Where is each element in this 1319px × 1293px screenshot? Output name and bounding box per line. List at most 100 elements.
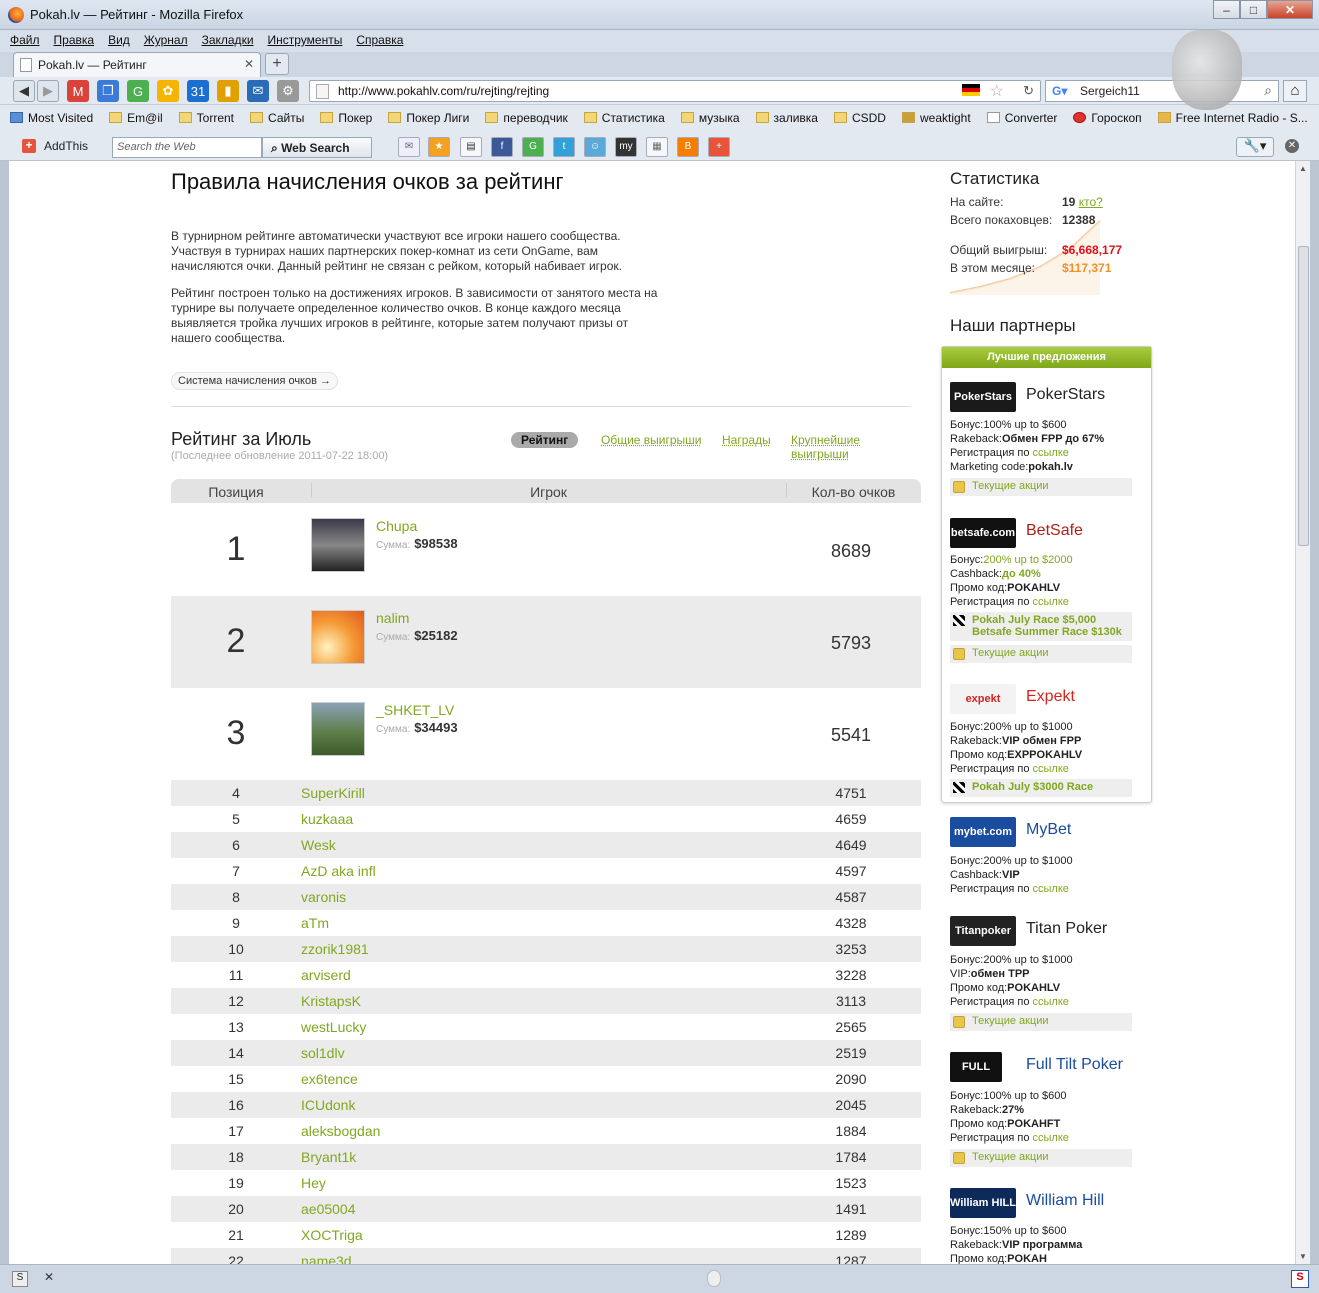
tab-total-winnings[interactable]: Общие выигрыши: [601, 433, 702, 447]
expekt-logo[interactable]: expekt: [950, 684, 1016, 714]
bookmark-radio[interactable]: Free Internet Radio - S...: [1148, 111, 1314, 125]
bookmark-converter[interactable]: Converter: [977, 111, 1064, 125]
partner-name[interactable]: MyBet: [1026, 821, 1071, 839]
menu-edit[interactable]: Правка: [44, 30, 99, 47]
partner-name[interactable]: William Hill: [1026, 1192, 1104, 1210]
facebook-icon[interactable]: f: [491, 137, 513, 157]
bookmark-star-icon[interactable]: ☆: [990, 81, 1004, 101]
row-player-link[interactable]: ae05004: [301, 1201, 356, 1217]
player-name-link[interactable]: nalim: [376, 610, 409, 626]
row-player-link[interactable]: westLucky: [301, 1019, 366, 1035]
registration-link[interactable]: ссылке: [1033, 596, 1069, 608]
menu-bookmarks[interactable]: Закладки: [192, 30, 258, 47]
player-name-link[interactable]: Chupa: [376, 518, 417, 534]
row-player-link[interactable]: Bryant1k: [301, 1149, 356, 1165]
google-icon[interactable]: G: [127, 80, 149, 102]
row-player-link[interactable]: Wesk: [301, 837, 336, 853]
bookmark-sites[interactable]: Сайты: [240, 111, 310, 125]
addthis-label[interactable]: AddThis: [44, 139, 88, 153]
player-avatar[interactable]: [311, 702, 365, 756]
bookmark-email[interactable]: Em@il: [99, 111, 169, 125]
william-hill-logo[interactable]: William HILL: [950, 1188, 1016, 1218]
tab-rating[interactable]: Рейтинг: [511, 432, 579, 448]
partner-name[interactable]: PokerStars: [1026, 386, 1105, 404]
bookmark-upload[interactable]: заливка: [746, 111, 824, 125]
bookmark-translator[interactable]: переводчик: [475, 111, 573, 125]
addon-icon-1[interactable]: ❐: [97, 80, 119, 102]
status-addon-icon[interactable]: S: [12, 1271, 28, 1287]
email-icon[interactable]: ✉: [398, 137, 420, 157]
menu-file[interactable]: Файл: [0, 30, 44, 47]
favorite-icon[interactable]: ★: [428, 137, 450, 157]
row-player-link[interactable]: name3d: [301, 1253, 352, 1264]
row-player-link[interactable]: arviserd: [301, 967, 351, 983]
photos-icon[interactable]: ✿: [157, 80, 179, 102]
vertical-scrollbar[interactable]: ▲ ▼: [1295, 161, 1310, 1264]
betsafe-logo[interactable]: betsafe.com: [950, 518, 1016, 548]
menu-help[interactable]: Справка: [346, 30, 407, 47]
settings-gear-icon[interactable]: ⚙: [277, 80, 299, 102]
race-link[interactable]: Pokah July $3000 Race: [950, 779, 1132, 797]
registration-link[interactable]: ссылке: [1033, 447, 1069, 459]
row-player-link[interactable]: sol1dlv: [301, 1045, 345, 1061]
row-player-link[interactable]: aTm: [301, 915, 329, 931]
registration-link[interactable]: ссылке: [1033, 1132, 1069, 1144]
tab-biggest-wins[interactable]: Крупнейшие выигрыши: [791, 433, 921, 461]
registration-link[interactable]: ссылке: [1033, 763, 1069, 775]
full-tilt-logo[interactable]: FULL TILT: [950, 1052, 1002, 1103]
race-link[interactable]: Pokah July Race $5,000 Betsafe Summer Rac…: [950, 612, 1132, 641]
addthis-logo-icon[interactable]: +: [22, 139, 36, 153]
status-right-icon[interactable]: S: [1291, 1270, 1309, 1288]
mybet-logo[interactable]: mybet.com: [950, 817, 1016, 847]
current-promos-link[interactable]: Текущие акции: [950, 1013, 1132, 1031]
blogger-icon[interactable]: B: [677, 137, 699, 157]
bookmark-stats[interactable]: Статистика: [574, 111, 671, 125]
toolbar-close-icon[interactable]: ✕: [1285, 139, 1299, 153]
gmail-icon[interactable]: M: [67, 80, 89, 102]
row-player-link[interactable]: ICUdonk: [301, 1097, 355, 1113]
new-tab-button[interactable]: +: [265, 53, 289, 75]
current-promos-link[interactable]: Текущие акции: [950, 645, 1132, 663]
player-name-link[interactable]: _SHKET_LV: [376, 702, 454, 718]
titan-logo[interactable]: Titanpoker: [950, 916, 1016, 946]
row-player-link[interactable]: zzorik1981: [301, 941, 369, 957]
bookmark-poker[interactable]: Покер: [310, 111, 378, 125]
print-icon[interactable]: ▤: [460, 137, 482, 157]
people-icon[interactable]: ☺: [584, 137, 606, 157]
player-avatar[interactable]: [311, 610, 365, 664]
bookmark-poker-leagues[interactable]: Покер Лиги: [378, 111, 475, 125]
bookmark-most-visited[interactable]: Most Visited: [0, 111, 99, 125]
bookmark-music[interactable]: музыка: [671, 111, 746, 125]
partner-name[interactable]: Expekt: [1026, 688, 1075, 706]
close-window-button[interactable]: ✕: [1267, 0, 1313, 19]
menu-tools[interactable]: Инструменты: [258, 30, 347, 47]
analytics-icon[interactable]: ▮: [217, 80, 239, 102]
twitter-icon[interactable]: t: [553, 137, 575, 157]
bookmark-weaktight[interactable]: weaktight: [892, 111, 977, 125]
back-button[interactable]: ◀: [13, 80, 35, 102]
bookmark-torrent[interactable]: Torrent: [169, 111, 240, 125]
tab-active[interactable]: Pokah.lv — Рейтинг ✕: [13, 52, 261, 77]
tab-close-icon[interactable]: ✕: [244, 57, 254, 71]
registration-link[interactable]: ссылке: [1033, 996, 1069, 1008]
tab-awards[interactable]: Награды: [722, 433, 771, 447]
player-avatar[interactable]: [311, 518, 365, 572]
home-button[interactable]: ⌂: [1283, 80, 1307, 102]
web-search-button[interactable]: ⌕ Web Search: [262, 137, 372, 158]
menu-view[interactable]: Вид: [98, 30, 134, 47]
scroll-down-icon[interactable]: ▼: [1299, 1252, 1307, 1261]
addon-icon-2[interactable]: ✉: [247, 80, 269, 102]
maximize-button[interactable]: □: [1240, 0, 1267, 19]
web-search-input[interactable]: Search the Web: [112, 137, 262, 158]
bookmark-csdd[interactable]: CSDD: [824, 111, 892, 125]
myspace-icon[interactable]: my: [615, 137, 637, 157]
google-share-icon[interactable]: G: [522, 137, 544, 157]
row-player-link[interactable]: aleksbogdan: [301, 1123, 380, 1139]
row-player-link[interactable]: Hey: [301, 1175, 326, 1191]
row-player-link[interactable]: XOCTriga: [301, 1227, 363, 1243]
pokerstars-logo[interactable]: PokerStars: [950, 382, 1016, 412]
calendar-icon[interactable]: 31: [187, 80, 209, 102]
registration-link[interactable]: ссылке: [1033, 883, 1069, 895]
menu-history[interactable]: Журнал: [134, 30, 192, 47]
partner-name[interactable]: BetSafe: [1026, 522, 1083, 540]
